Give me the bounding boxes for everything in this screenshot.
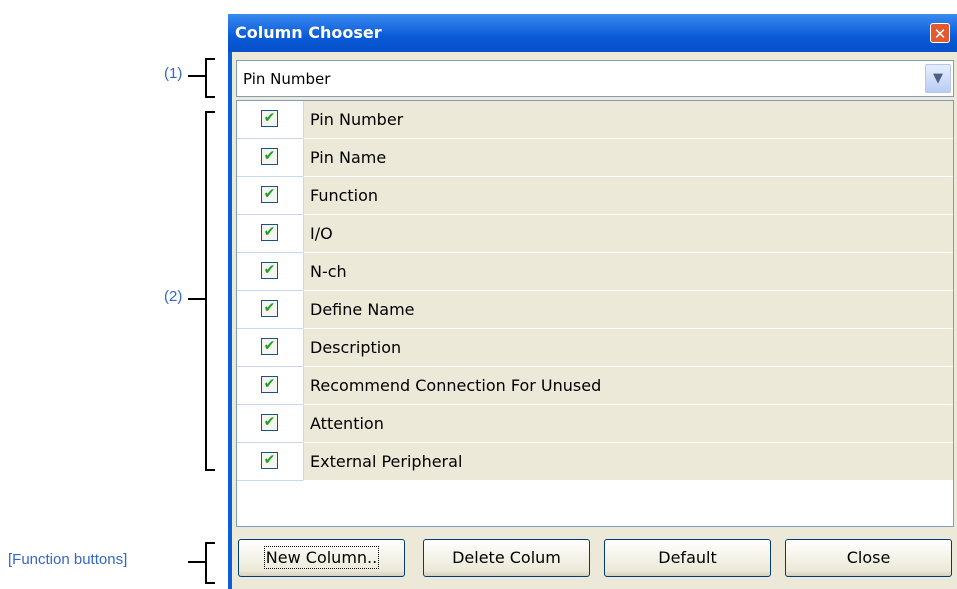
list-item[interactable]: ✔ External Peripheral — [237, 443, 953, 481]
list-item[interactable]: ✔ Define Name — [237, 291, 953, 329]
column-checkbox[interactable]: ✔ — [261, 148, 278, 165]
checkbox-cell: ✔ — [237, 139, 303, 177]
annotation-buttons-tick — [188, 561, 205, 563]
delete-column-button[interactable]: Delete Colum — [423, 539, 590, 577]
new-column-button[interactable]: New Column.. — [238, 539, 405, 577]
window-client-area: Pin Number ▼ ✔ Pin Number ✔ Pin Name ✔ Functi… — [232, 52, 957, 589]
label-cell: Define Name — [303, 291, 953, 329]
list-item[interactable]: ✔ Pin Name — [237, 139, 953, 177]
label-cell: Pin Name — [303, 139, 953, 177]
column-checkbox[interactable]: ✔ — [261, 414, 278, 431]
list-item[interactable]: ✔ Pin Number — [237, 101, 953, 139]
default-label: Default — [658, 548, 717, 567]
column-checkbox[interactable]: ✔ — [261, 224, 278, 241]
list-item[interactable]: ✔ I/O — [237, 215, 953, 253]
column-dropdown[interactable]: Pin Number ▼ — [236, 60, 954, 97]
list-item[interactable]: ✔ Recommend Connection For Unused — [237, 367, 953, 405]
annotation-list-bracket — [205, 111, 215, 471]
label-cell: Function — [303, 177, 953, 215]
column-checkbox[interactable]: ✔ — [261, 110, 278, 127]
label-cell: External Peripheral — [303, 443, 953, 481]
annotation-dropdown-bracket — [205, 58, 215, 98]
default-button[interactable]: Default — [604, 539, 771, 577]
delete-column-label: Delete Colum — [452, 548, 561, 567]
chevron-down-icon[interactable]: ▼ — [925, 64, 951, 93]
checkbox-cell: ✔ — [237, 215, 303, 253]
close-button[interactable]: Close — [785, 539, 952, 577]
column-checkbox[interactable]: ✔ — [261, 300, 278, 317]
column-name-label: Attention — [310, 414, 384, 433]
checkbox-cell: ✔ — [237, 177, 303, 215]
annotation-dropdown: (1) — [164, 65, 183, 82]
column-checkbox[interactable]: ✔ — [261, 452, 278, 469]
title-bar[interactable]: Column Chooser ✕ — [228, 14, 957, 52]
column-name-label: Define Name — [310, 300, 415, 319]
column-name-label: I/O — [310, 224, 333, 243]
close-label: Close — [846, 548, 891, 567]
new-column-label: New Column.. — [263, 546, 380, 569]
checkbox-cell: ✔ — [237, 253, 303, 291]
label-cell: N-ch — [303, 253, 953, 291]
checkbox-cell: ✔ — [237, 405, 303, 443]
window-title: Column Chooser — [235, 23, 382, 42]
label-cell: I/O — [303, 215, 953, 253]
column-name-label: External Peripheral — [310, 452, 463, 471]
checkbox-cell: ✔ — [237, 291, 303, 329]
column-list: ✔ Pin Number ✔ Pin Name ✔ Function ✔ I/O ✔ N-ch ✔ D… — [236, 100, 954, 527]
annotation-buttons-bracket — [205, 542, 215, 584]
column-name-label: Description — [310, 338, 402, 357]
column-name-label: Pin Number — [310, 110, 404, 129]
column-checkbox[interactable]: ✔ — [261, 376, 278, 393]
checkbox-cell: ✔ — [237, 443, 303, 481]
list-item[interactable]: ✔ Attention — [237, 405, 953, 443]
column-checkbox[interactable]: ✔ — [261, 262, 278, 279]
label-cell: Pin Number — [303, 101, 953, 139]
label-cell: Recommend Connection For Unused — [303, 367, 953, 405]
column-name-label: N-ch — [310, 262, 347, 281]
column-chooser-window: Column Chooser ✕ Pin Number ▼ ✔ Pin Numbe… — [228, 14, 957, 589]
label-cell: Description — [303, 329, 953, 367]
checkbox-cell: ✔ — [237, 367, 303, 405]
checkbox-cell: ✔ — [237, 101, 303, 139]
dropdown-selected-value: Pin Number — [243, 70, 331, 88]
annotation-buttons: [Function buttons] — [8, 551, 128, 568]
column-checkbox[interactable]: ✔ — [261, 186, 278, 203]
column-name-label: Pin Name — [310, 148, 387, 167]
list-item[interactable]: ✔ N-ch — [237, 253, 953, 291]
list-item[interactable]: ✔ Function — [237, 177, 953, 215]
annotation-list-tick — [188, 298, 205, 300]
close-x-icon[interactable]: ✕ — [930, 23, 950, 43]
column-name-label: Function — [310, 186, 379, 205]
annotation-list: (2) — [164, 288, 183, 305]
annotation-dropdown-tick — [188, 75, 205, 77]
label-cell: Attention — [303, 405, 953, 443]
column-checkbox[interactable]: ✔ — [261, 338, 278, 355]
checkbox-cell: ✔ — [237, 329, 303, 367]
column-name-label: Recommend Connection For Unused — [310, 376, 602, 395]
list-item[interactable]: ✔ Description — [237, 329, 953, 367]
